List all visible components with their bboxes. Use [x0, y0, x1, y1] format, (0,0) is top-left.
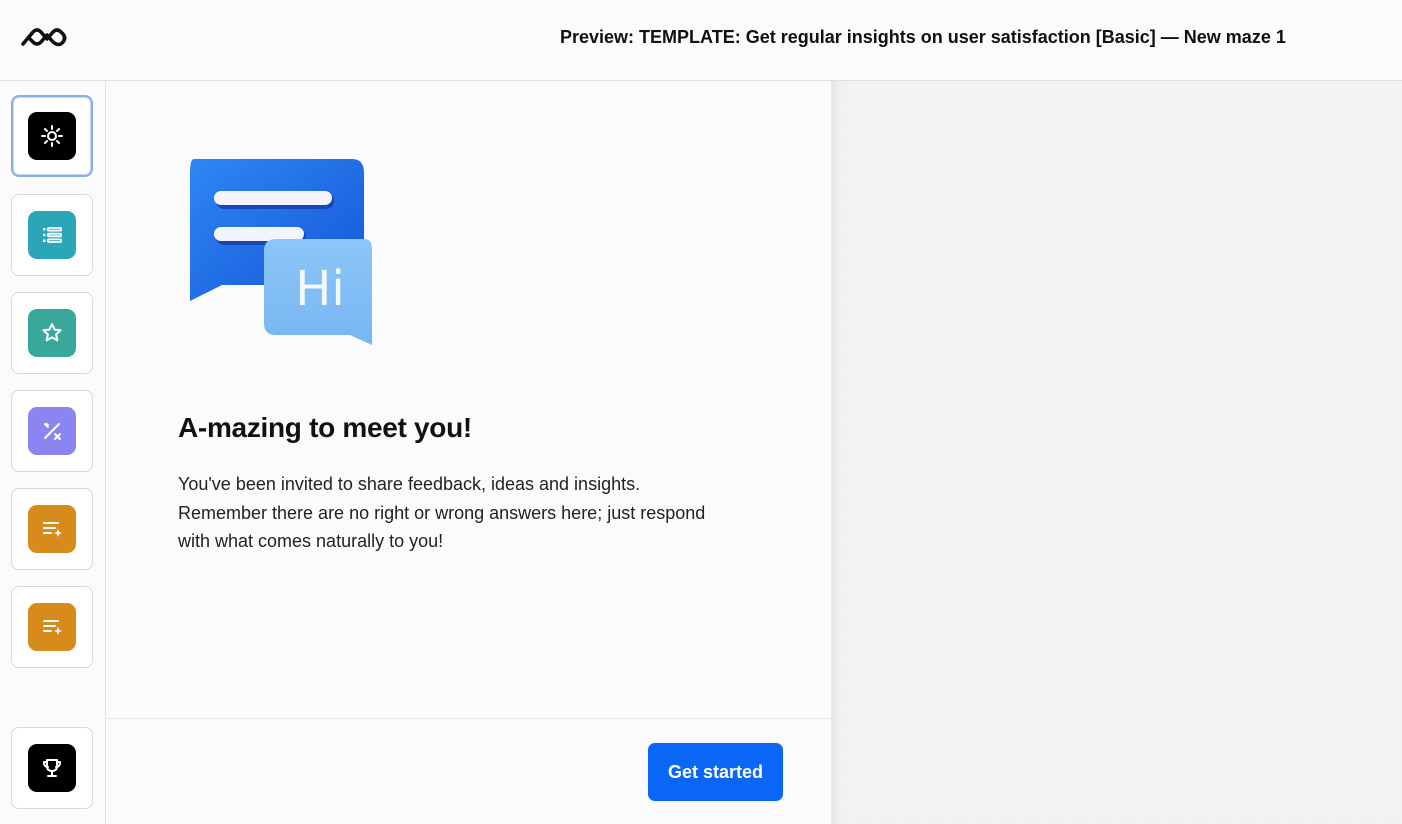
maze-logo-icon[interactable]: [19, 22, 73, 52]
chat-bubbles-icon: Hi: [190, 159, 372, 345]
get-started-button[interactable]: Get started: [648, 743, 783, 801]
step-open-question-2[interactable]: [11, 586, 93, 668]
step-welcome[interactable]: [11, 95, 93, 177]
text-sparkle-icon: [28, 603, 76, 651]
trophy-icon: [28, 744, 76, 792]
step-thank-you[interactable]: [11, 727, 93, 809]
footer-divider: [106, 718, 831, 719]
welcome-screen: Hi A-mazing to meet you! You've been inv…: [106, 81, 831, 824]
description-line-3: with what comes naturally to you!: [178, 531, 444, 551]
gear-icon: [28, 112, 76, 160]
list-icon: [28, 211, 76, 259]
preview-title: Preview: TEMPLATE: Get regular insights …: [560, 27, 1286, 47]
top-bar: Preview: TEMPLATE: Get regular insights …: [0, 0, 1402, 81]
welcome-title: A-mazing to meet you!: [178, 412, 472, 443]
step-open-question-1[interactable]: [11, 488, 93, 570]
star-icon: [28, 309, 76, 357]
welcome-description: You've been invited to share feedback, i…: [178, 470, 778, 556]
step-magic[interactable]: [11, 390, 93, 472]
hi-text: Hi: [295, 261, 344, 317]
description-line-1: You've been invited to share feedback, i…: [178, 474, 641, 494]
text-sparkle-icon: [28, 505, 76, 553]
wand-icon: [28, 407, 76, 455]
step-list-question[interactable]: [11, 194, 93, 276]
preview-canvas: [831, 81, 1402, 824]
description-line-2: Remember there are no right or wrong ans…: [178, 502, 706, 523]
step-rating[interactable]: [11, 292, 93, 374]
step-sidebar: [0, 81, 106, 824]
